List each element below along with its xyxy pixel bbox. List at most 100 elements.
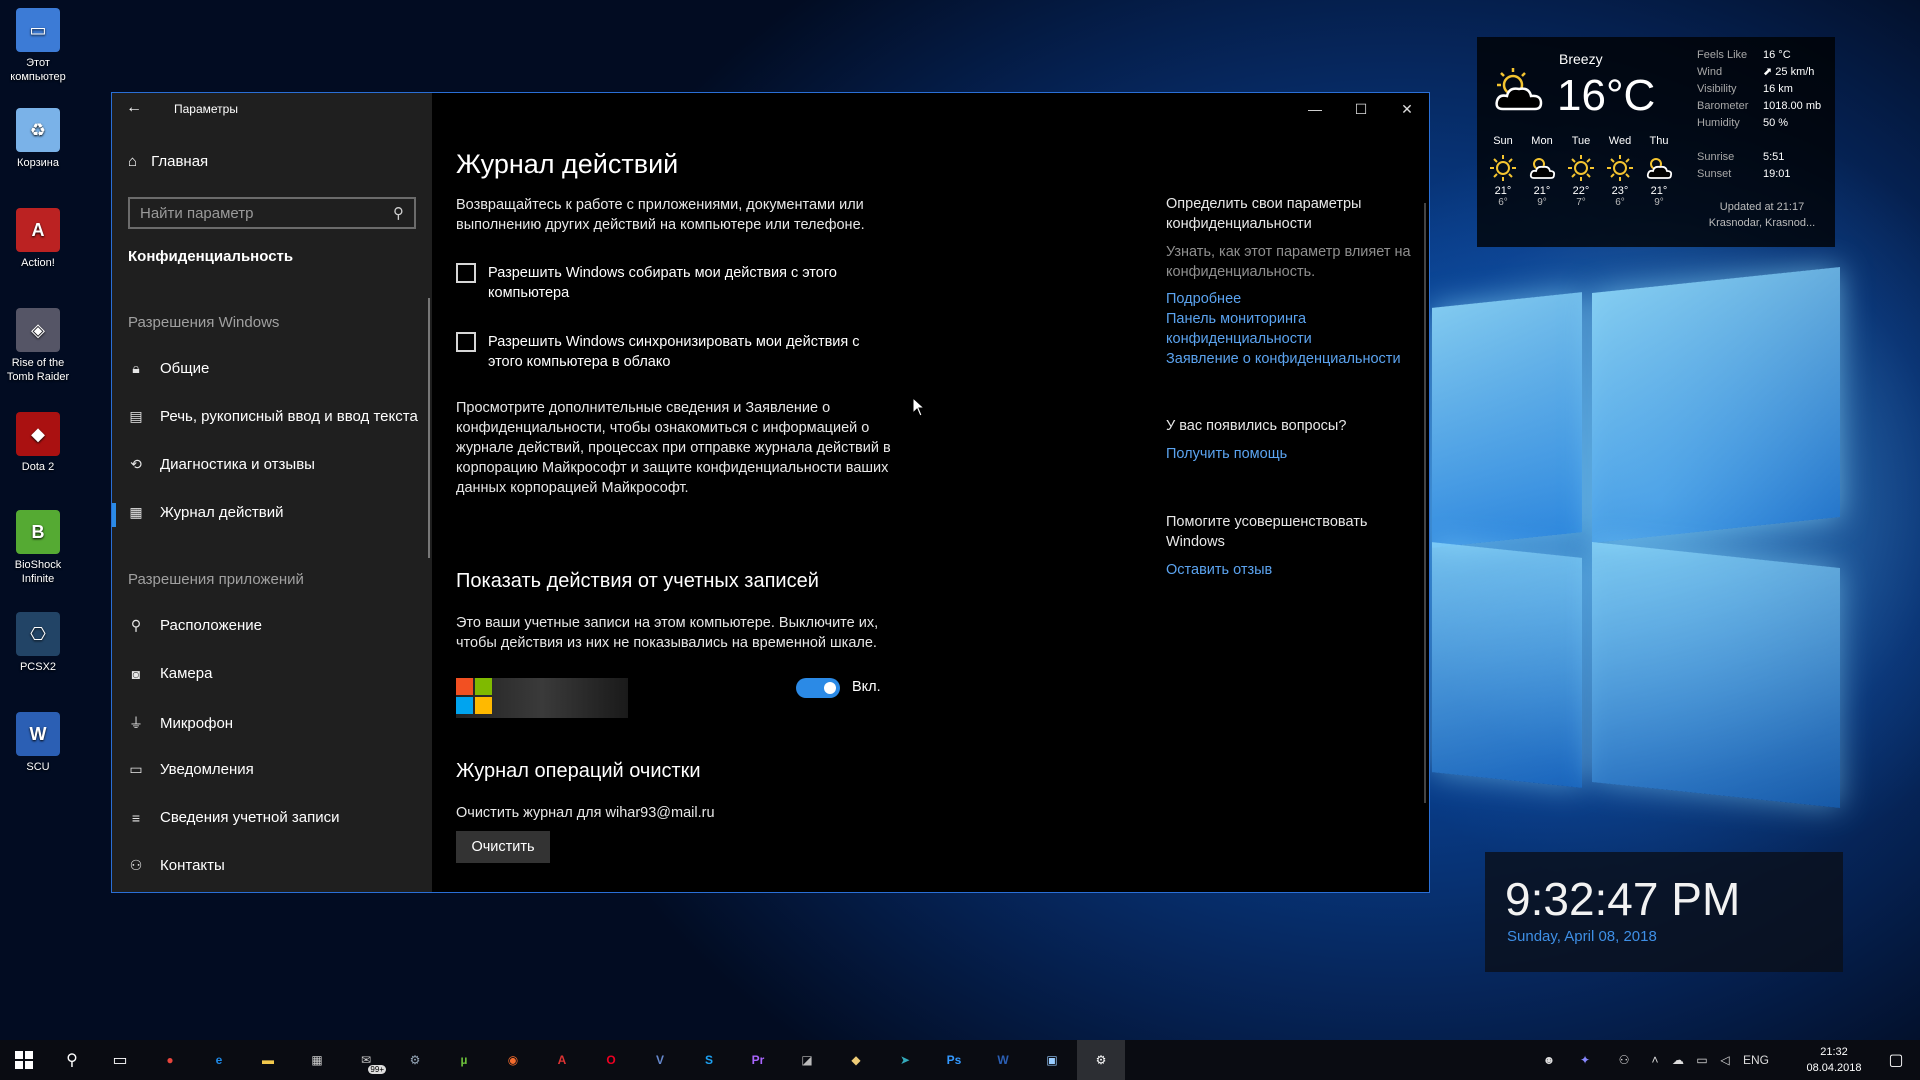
network-icon[interactable]: ▭ <box>1690 1053 1714 1067</box>
taskbar-app-chrome[interactable]: ● <box>146 1040 194 1080</box>
taskbar-app-store[interactable]: ▦ <box>293 1040 341 1080</box>
forecast-day-name: Mon <box>1531 135 1553 147</box>
taskbar-app-settings[interactable]: ⚙ <box>1077 1040 1125 1080</box>
cloud-icon[interactable]: ☁ <box>1666 1053 1690 1067</box>
clear-button[interactable]: Очистить <box>456 831 550 863</box>
taskbar-app-recorder[interactable]: ◪ <box>783 1040 831 1080</box>
task-view-button[interactable]: ▭ <box>96 1040 144 1080</box>
sidebar-item-label: Уведомления <box>160 761 254 778</box>
sidebar-item[interactable]: ⚲ Расположение <box>128 617 262 634</box>
clock-widget: 9:32:47 PM Sunday, April 08, 2018 <box>1485 852 1843 972</box>
forecast-high: 21° <box>1494 185 1512 197</box>
active-indicator <box>112 503 116 527</box>
partly-cloudy-icon <box>1641 153 1677 183</box>
desktop-icon[interactable]: ◆ Dota 2 <box>2 412 74 474</box>
sidebar-item-label: Речь, рукописный ввод и ввод текста <box>160 408 418 425</box>
taskbar-app-mail[interactable]: ✉ 99+ <box>342 1040 390 1080</box>
taskbar-app-opera[interactable]: O <box>587 1040 635 1080</box>
link-get-help[interactable]: Получить помощь <box>1166 444 1416 464</box>
taskbar-app-word[interactable]: W <box>979 1040 1027 1080</box>
sidebar-item[interactable]: ▭ Уведомления <box>128 761 254 778</box>
desktop-icon[interactable]: W SCU <box>2 712 74 774</box>
start-button[interactable] <box>0 1040 48 1080</box>
main-scrollbar[interactable] <box>1424 203 1426 803</box>
checkbox-box[interactable] <box>456 332 476 352</box>
sidebar-item-label: Общие <box>160 360 210 377</box>
sidebar-item-label: Сведения учетной записи <box>160 809 340 826</box>
taskbar-app-edge[interactable]: e <box>195 1040 243 1080</box>
account-info-icon: ≡ <box>131 809 141 826</box>
windows-logo-pane <box>1592 266 1840 544</box>
intro-text: Возвращайтесь к работе с приложениями, д… <box>456 197 865 233</box>
tray-clock[interactable]: 21:32 08.04.2018 <box>1802 1044 1866 1076</box>
forecast-day-name: Sun <box>1493 135 1513 147</box>
task-view-icon: ▭ <box>112 1052 128 1069</box>
taskbar-app-paint-3d[interactable]: ◆ <box>832 1040 880 1080</box>
language-indicator[interactable]: ENG <box>1736 1053 1776 1067</box>
steam-icon: ⚙ <box>409 1053 421 1067</box>
sidebar-item[interactable]: ▤ Речь, рукописный ввод и ввод текста <box>128 408 418 425</box>
app-tray-icon[interactable]: ✦ <box>1566 1053 1604 1067</box>
user-icon[interactable]: ☻ <box>1532 1053 1566 1067</box>
back-arrow-icon[interactable]: ← <box>126 99 142 117</box>
desktop-icon[interactable]: A Action! <box>2 208 74 270</box>
maximize-button[interactable]: ☐ <box>1338 93 1384 125</box>
checkbox-label: Разрешить Windows собирать мои действия … <box>488 265 837 301</box>
taskbar-app-skype[interactable]: S <box>685 1040 733 1080</box>
sidebar-item[interactable]: ⚇ Контакты <box>128 857 225 874</box>
sidebar-item-label: Журнал действий <box>160 504 284 521</box>
link-privacy-statement[interactable]: Заявление о конфиденциальности <box>1166 349 1416 369</box>
volume-icon[interactable]: ◁ <box>1714 1053 1736 1067</box>
desktop-icon[interactable]: B BioShock Infinite <box>2 510 74 586</box>
people-icon[interactable]: ⚇ <box>1604 1053 1644 1067</box>
taskbar-app-telegram[interactable]: ➤ <box>881 1040 929 1080</box>
taskbar-app-action[interactable]: A <box>538 1040 586 1080</box>
taskbar-app-utorrent[interactable]: µ <box>440 1040 488 1080</box>
weather-sunset: Sunset 19:01 <box>1697 168 1791 180</box>
account-toggle[interactable] <box>796 678 840 698</box>
desktop-icon[interactable]: ◈ Rise of the Tomb Raider <box>2 308 74 384</box>
taskbar-app-premiere[interactable]: Pr <box>734 1040 782 1080</box>
action-center-button[interactable]: ▢ <box>1872 1040 1920 1080</box>
forecast-day: Sun 21° 6° <box>1485 135 1521 208</box>
link-dashboard[interactable]: Панель мониторинга конфиденциальности <box>1166 309 1416 349</box>
weather-condition: Breezy <box>1559 51 1603 67</box>
store-icon: ▦ <box>311 1053 323 1067</box>
sidebar-item-label: Расположение <box>160 617 262 634</box>
forecast-day: Tue 22° 7° <box>1563 135 1599 208</box>
sidebar-item[interactable]: ⏚ Микрофон <box>128 713 233 733</box>
sync-activity-checkbox[interactable]: Разрешить Windows синхронизировать мои д… <box>456 332 886 372</box>
collect-activity-checkbox[interactable]: Разрешить Windows собирать мои действия … <box>456 263 876 303</box>
link-feedback[interactable]: Оставить отзыв <box>1166 560 1416 580</box>
desktop-icon[interactable]: ♻ Корзина <box>2 108 74 170</box>
taskbar-app-capture[interactable]: ▣ <box>1028 1040 1076 1080</box>
partly-cloudy-icon <box>1495 68 1543 111</box>
taskbar-app-origin[interactable]: ◉ <box>489 1040 537 1080</box>
desktop-icon[interactable]: ▭ Этот компьютер <box>2 8 74 84</box>
recorder-icon: ◪ <box>801 1053 813 1067</box>
nav-home[interactable]: ⌂ Главная <box>128 153 208 170</box>
sidebar-item[interactable]: 🔒︎ Общие <box>128 360 209 377</box>
sidebar-item[interactable]: ◙ Камера <box>128 665 213 682</box>
accounts-desc: Это ваши учетные записи на этом компьюте… <box>456 615 879 651</box>
taskbar-app-explorer[interactable]: ▬ <box>244 1040 292 1080</box>
feedback-icon: ⟲ <box>130 456 142 472</box>
desktop-icon-label: Dota 2 <box>21 461 55 473</box>
sidebar-item[interactable]: ≡ Сведения учетной записи <box>128 809 340 826</box>
sidebar-item[interactable]: ⟲ Диагностика и отзывы <box>128 456 315 473</box>
forecast-day-name: Wed <box>1608 135 1632 147</box>
minimize-button[interactable]: — <box>1292 93 1338 125</box>
taskbar-app-steam[interactable]: ⚙ <box>391 1040 439 1080</box>
sidebar-item[interactable]: ▦ Журнал действий <box>128 504 283 521</box>
desktop-icon[interactable]: ⎔ PCSX2 <box>2 612 74 674</box>
chevron-up-icon[interactable]: ˄ <box>1644 1053 1666 1067</box>
taskbar-app-visual-studio[interactable]: V <box>636 1040 684 1080</box>
checkbox-box[interactable] <box>456 263 476 283</box>
taskbar-app-photoshop[interactable]: Ps <box>930 1040 978 1080</box>
search-button[interactable]: ⚲ <box>48 1040 96 1080</box>
sun-icon <box>1563 153 1599 183</box>
sidebar-scrollbar[interactable] <box>428 298 430 558</box>
close-button[interactable]: ✕ <box>1384 93 1430 125</box>
link-more[interactable]: Подробнее <box>1166 289 1416 309</box>
search-input[interactable]: Найти параметр ⚲ <box>128 197 416 229</box>
